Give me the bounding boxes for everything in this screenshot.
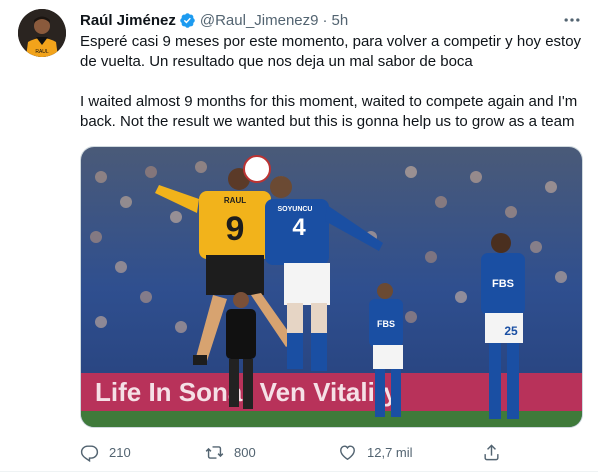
like-button[interactable]: 12,7 mil bbox=[338, 441, 413, 463]
leicester-shirt-number: 4 bbox=[292, 214, 306, 241]
wolves-shirt-name: RAUL bbox=[224, 196, 246, 205]
avatar-image: RAUL bbox=[18, 9, 66, 57]
like-icon bbox=[340, 444, 355, 460]
right-player-number: 25 bbox=[504, 324, 518, 338]
right-player-sponsor-text: FBS bbox=[492, 278, 514, 290]
reply-button[interactable]: 210 bbox=[80, 441, 131, 463]
midfield-sponsor-text: FBS bbox=[377, 319, 395, 329]
tweet-text-english: I waited almost 9 months for this moment… bbox=[80, 93, 578, 130]
retweet-count: 800 bbox=[234, 444, 256, 460]
separator-dot: · bbox=[322, 11, 328, 29]
football bbox=[243, 155, 271, 183]
tweet[interactable]: RAUL Raúl Jiménez @Raul_Jimenez9 · 5h Es… bbox=[0, 0, 598, 472]
reply-icon bbox=[80, 444, 99, 462]
football-match-photo: Life In Sonar Ven Vitality 9 RAUL 4 SOYU… bbox=[81, 147, 582, 427]
share-icon bbox=[484, 443, 499, 460]
tweet-actions: 210 800 12,7 mil bbox=[80, 441, 580, 463]
user-handle[interactable]: @Raul_Jimenez9 bbox=[200, 12, 319, 29]
avatar[interactable]: RAUL bbox=[18, 9, 66, 57]
svg-text:RAUL: RAUL bbox=[35, 49, 49, 55]
tweet-text: Esperé casi 9 meses por este momento, pa… bbox=[80, 32, 585, 132]
like-count: 12,7 mil bbox=[367, 444, 413, 460]
display-name[interactable]: Raúl Jiménez bbox=[80, 12, 176, 29]
verified-badge-icon bbox=[180, 12, 195, 28]
share-button[interactable] bbox=[482, 441, 501, 463]
retweet-icon bbox=[205, 445, 224, 459]
leicester-shirt-name: SOYUNCU bbox=[277, 206, 312, 213]
tweet-header: Raúl Jiménez @Raul_Jimenez9 · 5h bbox=[80, 10, 348, 30]
tweet-photo[interactable]: Life In Sonar Ven Vitality 9 RAUL 4 SOYU… bbox=[80, 146, 583, 428]
more-options-icon[interactable] bbox=[562, 10, 582, 30]
retweet-button[interactable]: 800 bbox=[205, 441, 256, 463]
wolves-shirt-number: 9 bbox=[226, 210, 245, 248]
reply-count: 210 bbox=[109, 444, 131, 460]
tweet-timestamp[interactable]: 5h bbox=[332, 12, 349, 29]
tweet-text-spanish: Esperé casi 9 meses por este momento, pa… bbox=[80, 33, 582, 70]
